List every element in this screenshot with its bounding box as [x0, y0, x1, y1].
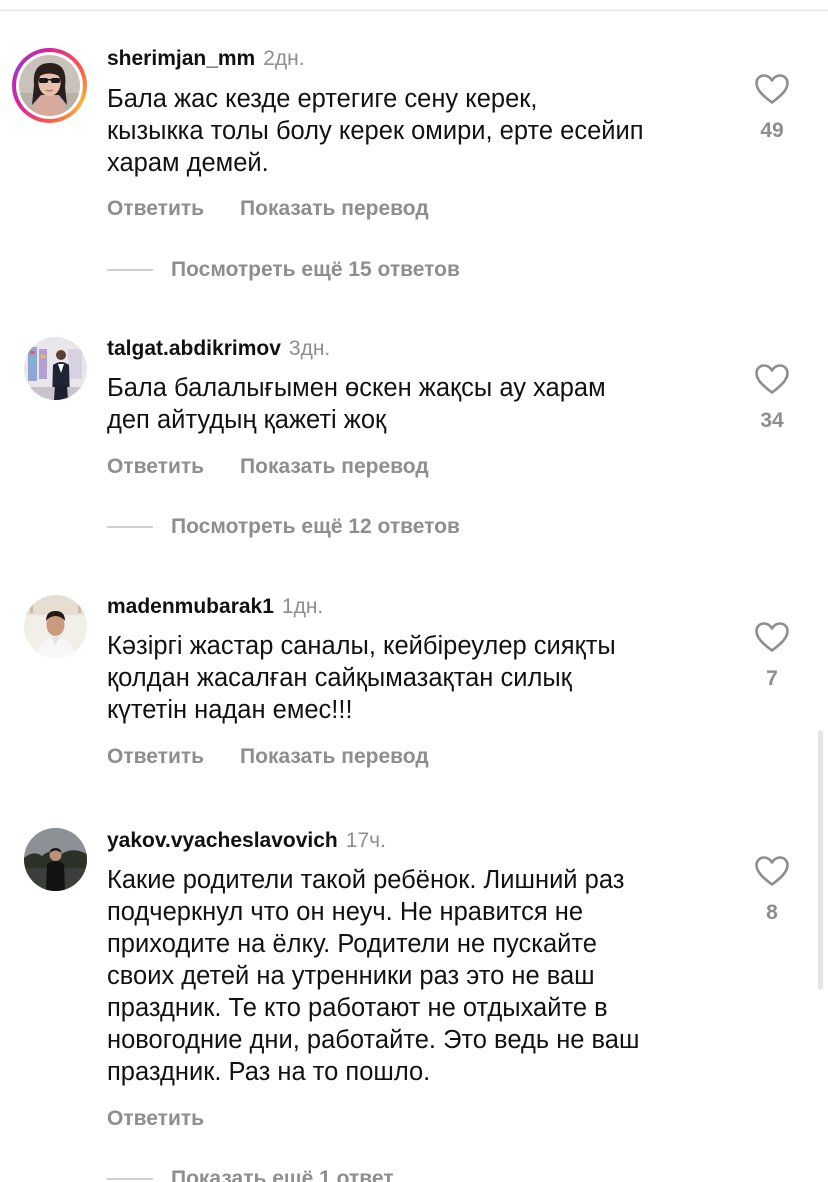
view-replies-label: Посмотреть ещё 15 ответов — [171, 258, 460, 281]
like-control: 34 — [752, 363, 792, 433]
heart-outline-icon[interactable] — [754, 855, 790, 887]
timestamp: 17ч. — [345, 829, 386, 852]
comment-actions: Ответить Показать перевод — [107, 744, 465, 770]
reply-button[interactable]: Ответить — [107, 1106, 204, 1132]
show-translation-button[interactable]: Показать перевод — [240, 744, 429, 770]
like-count: 7 — [766, 667, 778, 690]
comment-header: talgat.abdikrimov 3дн. — [107, 336, 330, 362]
comment-text: Какие родители такой ребёнок. Лишний раз… — [107, 866, 640, 1086]
reply-button[interactable]: Ответить — [107, 196, 204, 222]
scrollbar[interactable] — [818, 730, 823, 990]
like-control: 49 — [752, 73, 792, 143]
like-count: 34 — [760, 409, 784, 432]
comment-actions: Ответить Показать перевод — [107, 454, 465, 480]
top-divider — [0, 10, 828, 11]
like-control: 8 — [752, 855, 792, 925]
view-replies-button[interactable]: Посмотреть ещё 15 ответов — [107, 257, 460, 283]
like-count: 8 — [766, 901, 778, 924]
username[interactable]: madenmubarak1 — [107, 595, 274, 618]
view-replies-label: Посмотреть ещё 12 ответов — [171, 515, 460, 538]
avatar[interactable] — [24, 595, 87, 658]
username[interactable]: sherimjan_mm — [107, 47, 255, 70]
timestamp: 1дн. — [281, 595, 324, 618]
reply-button[interactable]: Ответить — [107, 744, 204, 770]
comment-actions: Ответить — [107, 1106, 240, 1132]
username[interactable]: talgat.abdikrimov — [107, 337, 281, 360]
comment-header: yakov.vyacheslavovich 17ч. — [107, 828, 386, 854]
comment-text: Бала жас кезде ертегиге сену керек, кызы… — [107, 85, 644, 177]
view-replies-button[interactable]: Посмотреть ещё 12 ответов — [107, 514, 460, 540]
like-count: 49 — [760, 119, 784, 142]
reply-divider — [107, 269, 153, 272]
show-translation-button[interactable]: Показать перевод — [240, 196, 429, 222]
view-replies-label: Показать ещё 1 ответ — [171, 1167, 394, 1182]
heart-outline-icon[interactable] — [754, 363, 790, 395]
heart-outline-icon[interactable] — [754, 621, 790, 653]
comment-text: Кәзіргі жастар саналы, кейбіреулер сияқт… — [107, 632, 616, 724]
timestamp: 3дн. — [288, 337, 331, 360]
timestamp: 2дн. — [263, 47, 305, 70]
view-replies-button[interactable]: Показать ещё 1 ответ — [107, 1166, 394, 1182]
username[interactable]: yakov.vyacheslavovich — [107, 829, 338, 852]
comment-header: sherimjan_mm 2дн. — [107, 46, 305, 72]
comment-actions: Ответить Показать перевод — [107, 196, 465, 222]
comments-screen: sherimjan_mm 2дн. Бала жас кезде ертегиге… — [0, 0, 828, 1182]
show-translation-button[interactable]: Показать перевод — [240, 454, 429, 480]
reply-button[interactable]: Ответить — [107, 454, 204, 480]
reply-divider — [107, 526, 153, 529]
heart-outline-icon[interactable] — [754, 73, 790, 105]
avatar[interactable] — [24, 828, 87, 891]
reply-divider — [107, 1178, 153, 1181]
comment-header: madenmubarak1 1дн. — [107, 594, 323, 620]
like-control: 7 — [752, 621, 792, 691]
avatar[interactable] — [24, 337, 87, 400]
comment-text: Бала балалығымен өскен жақсы ау харам де… — [107, 374, 606, 434]
avatar[interactable] — [12, 48, 87, 123]
